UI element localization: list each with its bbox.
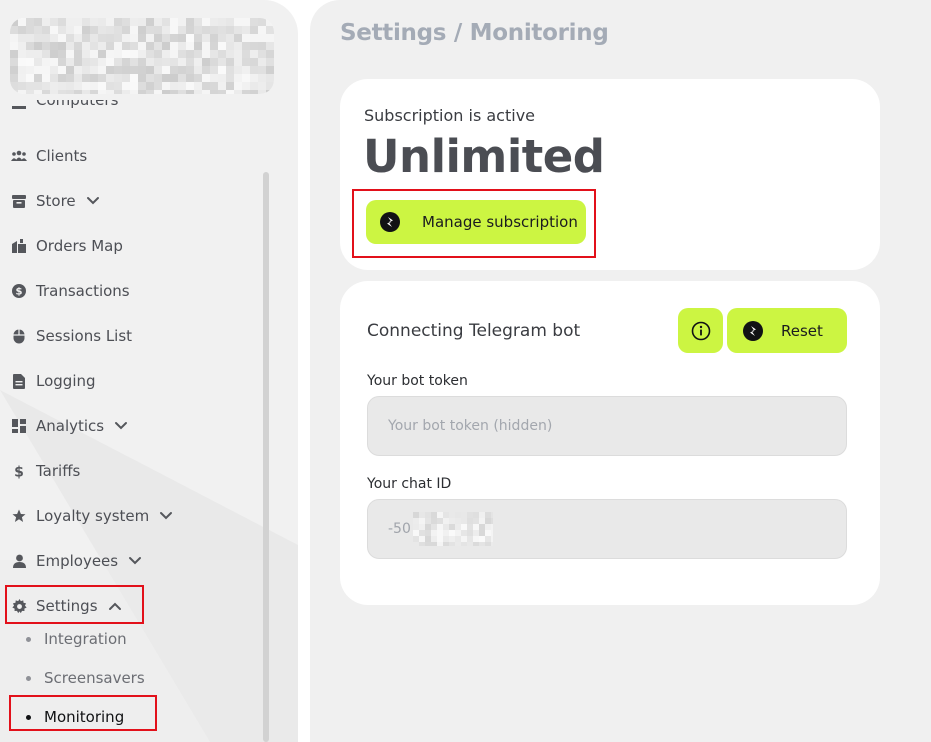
- breadcrumb: Settings / Monitoring: [340, 20, 609, 46]
- manage-subscription-label: Manage subscription: [422, 213, 578, 231]
- info-button[interactable]: [678, 308, 723, 353]
- telegram-title: Connecting Telegram bot: [367, 321, 581, 341]
- sidebar-item-label: Employees: [36, 552, 119, 570]
- sidebar-subitem-label: Monitoring: [44, 708, 125, 726]
- bot-token-input[interactable]: [388, 397, 846, 455]
- sidebar-item-orders-map[interactable]: Orders Map: [10, 234, 123, 258]
- bullet-icon: [26, 675, 31, 681]
- plan-name: Unlimited: [363, 130, 605, 183]
- dashboard-icon: [10, 417, 28, 435]
- sidebar-item-tariffs[interactable]: $ Tariffs: [10, 459, 80, 483]
- subscription-status: Subscription is active: [364, 106, 535, 125]
- sidebar-item-loyalty-system[interactable]: Loyalty system: [10, 504, 173, 528]
- sidebar-item-label: Settings: [36, 597, 98, 615]
- sidebar-item-label: Store: [36, 192, 76, 210]
- gear-icon: [10, 597, 28, 615]
- bot-token-label: Your bot token: [367, 373, 468, 389]
- chevron-down-icon[interactable]: [114, 421, 128, 431]
- sidebar-subitem-monitoring[interactable]: Monitoring: [26, 706, 124, 728]
- bolt-icon: [743, 320, 763, 341]
- reset-button[interactable]: Reset: [727, 308, 847, 353]
- dollar-icon: $: [10, 462, 28, 480]
- sidebar: Computers Clients Store Orders Map $ Tra…: [0, 0, 298, 742]
- sidebar-subitem-label: Screensavers: [44, 669, 145, 687]
- sidebar-item-label: Clients: [36, 147, 88, 165]
- sidebar-item-label: Tariffs: [36, 462, 81, 480]
- store-icon: [10, 192, 28, 210]
- sidebar-item-label: Transactions: [36, 282, 130, 300]
- document-icon: [10, 372, 28, 390]
- user-icon: [10, 552, 28, 570]
- star-icon: [10, 507, 28, 525]
- sidebar-item-label: Computers: [36, 100, 119, 109]
- sidebar-item-label: Sessions List: [36, 327, 133, 345]
- sidebar-item-label: Orders Map: [36, 237, 123, 255]
- sidebar-item-clients[interactable]: Clients: [10, 144, 87, 168]
- sidebar-item-computers[interactable]: Computers: [10, 100, 130, 120]
- svg-text:$: $: [16, 287, 23, 298]
- chevron-down-icon[interactable]: [159, 511, 173, 521]
- sidebar-subitem-integration[interactable]: Integration: [26, 628, 127, 650]
- sidebar-item-settings[interactable]: Settings: [10, 594, 122, 618]
- sidebar-item-store[interactable]: Store: [10, 189, 100, 213]
- sidebar-scrollbar[interactable]: [263, 172, 269, 742]
- reset-label: Reset: [781, 321, 823, 340]
- logo: [10, 18, 274, 94]
- sidebar-item-label: Loyalty system: [36, 507, 150, 525]
- computer-icon: [12, 106, 26, 109]
- info-icon: [691, 321, 711, 341]
- chevron-down-icon[interactable]: [128, 556, 142, 566]
- dollar-circle-icon: $: [10, 282, 28, 300]
- logo-pixelated-image: [10, 18, 274, 94]
- sidebar-subitem-label: Integration: [44, 630, 127, 648]
- bot-token-field[interactable]: [367, 396, 847, 456]
- sidebar-item-logging[interactable]: Logging: [10, 369, 96, 393]
- bullet-icon: [26, 636, 31, 642]
- sidebar-item-label: Analytics: [36, 417, 105, 435]
- sidebar-item-sessions-list[interactable]: Sessions List: [10, 324, 132, 348]
- sidebar-item-analytics[interactable]: Analytics: [10, 414, 128, 438]
- orders-map-icon: [10, 237, 28, 255]
- sidebar-item-employees[interactable]: Employees: [10, 549, 142, 573]
- svg-text:$: $: [14, 464, 24, 479]
- chat-id-redacted-image: [412, 512, 493, 546]
- chevron-down-icon[interactable]: [86, 196, 100, 206]
- chat-id-value: -50: [388, 521, 411, 537]
- bolt-icon: [380, 212, 400, 232]
- mouse-icon: [10, 327, 28, 345]
- bullet-icon: [26, 714, 31, 720]
- chat-id-field[interactable]: -50: [367, 499, 847, 559]
- chevron-up-icon[interactable]: [108, 601, 122, 611]
- manage-subscription-button[interactable]: Manage subscription: [366, 200, 586, 244]
- sidebar-item-transactions[interactable]: $ Transactions: [10, 279, 130, 303]
- chat-id-label: Your chat ID: [367, 476, 452, 492]
- sidebar-item-label: Logging: [36, 372, 96, 390]
- users-icon: [10, 147, 28, 165]
- sidebar-subitem-screensavers[interactable]: Screensavers: [26, 667, 145, 689]
